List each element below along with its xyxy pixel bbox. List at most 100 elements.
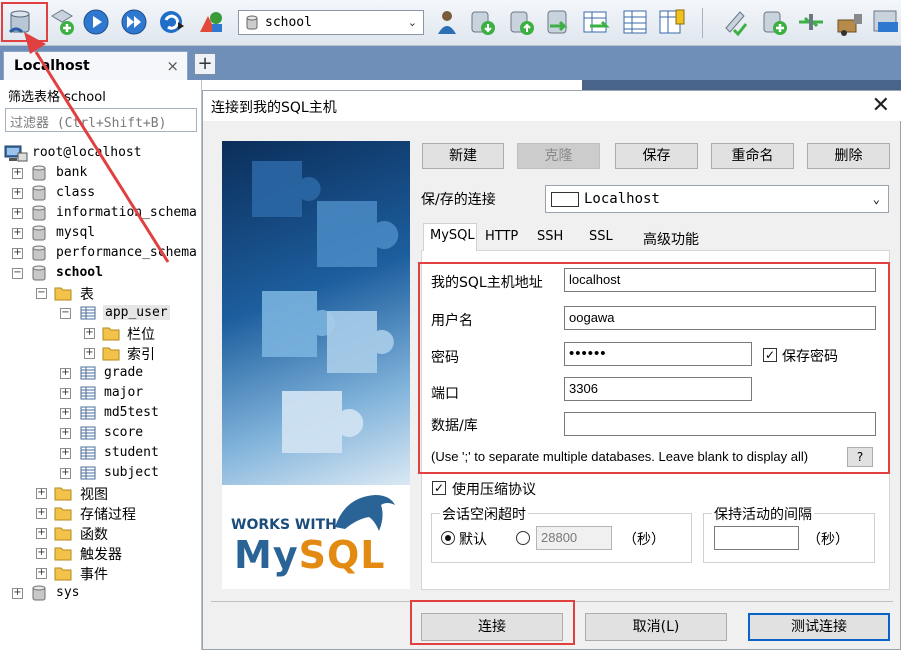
expand-icon[interactable]: + (60, 388, 71, 399)
tab-ssh[interactable]: SSH (531, 225, 569, 251)
test-connection-button[interactable]: 测试连接 (748, 613, 890, 641)
expand-icon[interactable]: + (36, 528, 47, 539)
database-icon (32, 185, 46, 206)
check-edit-icon[interactable] (718, 6, 750, 38)
table-grid-icon[interactable] (619, 6, 651, 38)
tab-ssl[interactable]: SSL (583, 225, 619, 251)
tree-table-major[interactable]: + major (0, 384, 200, 404)
chevron-down-icon: ⌄ (407, 16, 417, 29)
tree-table-subject[interactable]: + subject (0, 464, 200, 484)
tree-db-sys[interactable]: + sys (0, 584, 200, 604)
dialog-titlebar: 连接到我的SQL主机 ✕ (203, 91, 901, 121)
refresh-icon[interactable] (156, 6, 188, 38)
tree-indexes-folder[interactable]: + 索引 (0, 344, 200, 364)
tree-folder-tables[interactable]: − 表 (0, 284, 200, 304)
database-select-value: school (265, 15, 312, 30)
tree-folder-functions[interactable]: + 函数 (0, 524, 200, 544)
scheduler-icon[interactable] (834, 6, 866, 38)
tree-db-performance-schema[interactable]: + performance_schema (0, 244, 200, 264)
tab-advanced[interactable]: 高级功能 (637, 225, 705, 251)
execute-all-icon[interactable] (118, 6, 150, 38)
cancel-button[interactable]: 取消(L) (585, 613, 727, 641)
sync-icon[interactable] (795, 6, 827, 38)
keepalive-unit-label: （秒） (807, 532, 849, 548)
tree-folder-procedures[interactable]: + 存储过程 (0, 504, 200, 524)
expand-icon[interactable]: + (12, 588, 23, 599)
table-icon (80, 465, 96, 485)
folder-icon (54, 485, 72, 505)
expand-icon[interactable]: + (60, 468, 71, 479)
tree-db-class[interactable]: + class (0, 184, 200, 204)
expand-icon[interactable]: + (60, 428, 71, 439)
monitor-icon[interactable] (870, 6, 901, 38)
timeout-value-input[interactable]: 28800 (536, 526, 612, 550)
tree-table-app-user[interactable]: − app_user (0, 304, 200, 324)
table-key-icon[interactable] (656, 6, 688, 38)
filter-input[interactable]: 过滤器 (Ctrl+Shift+B) (5, 108, 197, 132)
add-green-icon[interactable] (46, 6, 78, 38)
close-icon[interactable]: × (166, 57, 179, 75)
table-icon (80, 445, 96, 465)
keepalive-label: 保持活动的间隔 (712, 504, 814, 524)
timeout-custom-radio[interactable] (516, 531, 530, 545)
tab-localhost[interactable]: Localhost × (3, 51, 188, 80)
add-tab-button[interactable]: + (194, 53, 216, 75)
expand-icon[interactable]: + (12, 208, 23, 219)
tree-db-bank[interactable]: + bank (0, 164, 200, 184)
tree-db-mysql[interactable]: + mysql (0, 224, 200, 244)
tree-folder-events[interactable]: + 事件 (0, 564, 200, 584)
expand-icon[interactable]: + (12, 168, 23, 179)
database-icon (32, 165, 46, 186)
expand-icon[interactable]: + (36, 508, 47, 519)
dialog-title: 连接到我的SQL主机 (211, 100, 337, 116)
saved-connection-label: 保/存的连接 (421, 192, 496, 208)
toolbar-separator (702, 8, 703, 38)
tree-table-score[interactable]: + score (0, 424, 200, 444)
expand-icon[interactable]: + (12, 188, 23, 199)
close-icon[interactable]: ✕ (872, 93, 890, 118)
tree-columns-folder[interactable]: + 栏位 (0, 324, 200, 344)
object-browser: 筛选表格 school 过滤器 (Ctrl+Shift+B) root@loca… (0, 80, 202, 650)
expand-icon[interactable]: + (60, 368, 71, 379)
tree-table-grade[interactable]: + grade (0, 364, 200, 384)
saved-connection-select[interactable]: Localhost ⌄ (545, 185, 889, 213)
database-add-icon[interactable] (758, 6, 790, 38)
import-icon[interactable] (542, 6, 574, 38)
tree-table-md5test[interactable]: + md5test (0, 404, 200, 424)
expand-icon[interactable]: + (36, 488, 47, 499)
tree-folder-triggers[interactable]: + 触发器 (0, 544, 200, 564)
expand-icon[interactable]: + (36, 568, 47, 579)
expand-icon[interactable]: + (36, 548, 47, 559)
expand-icon[interactable]: + (12, 228, 23, 239)
execute-icon[interactable] (80, 6, 112, 38)
expand-icon[interactable]: + (60, 408, 71, 419)
restore-icon[interactable] (505, 6, 537, 38)
schema-designer-icon[interactable] (194, 6, 226, 38)
save-button[interactable]: 保存 (615, 143, 698, 169)
tree-folder-views[interactable]: + 视图 (0, 484, 200, 504)
database-select[interactable]: school ⌄ (238, 10, 424, 35)
collapse-icon[interactable]: − (60, 308, 71, 319)
delete-button[interactable]: 删除 (807, 143, 890, 169)
collapse-icon[interactable]: − (12, 268, 23, 279)
keepalive-input[interactable] (714, 526, 799, 550)
tab-mysql[interactable]: MySQL (423, 223, 477, 251)
expand-icon[interactable]: + (12, 248, 23, 259)
table-export-icon[interactable] (580, 6, 612, 38)
collapse-icon[interactable]: − (36, 288, 47, 299)
tree-db-school[interactable]: − school (0, 264, 200, 284)
expand-icon[interactable]: + (84, 348, 95, 359)
clone-button[interactable]: 克隆 (517, 143, 600, 169)
expand-icon[interactable]: + (60, 448, 71, 459)
user-manager-icon[interactable] (431, 6, 463, 38)
backup-icon[interactable] (466, 6, 498, 38)
tab-http[interactable]: HTTP (479, 225, 524, 251)
rename-button[interactable]: 重命名 (711, 143, 794, 169)
tree-db-information-schema[interactable]: + information_schema (0, 204, 200, 224)
tree-table-student[interactable]: + student (0, 444, 200, 464)
new-button[interactable]: 新建 (422, 143, 504, 169)
tab-localhost-label: Localhost (14, 58, 90, 74)
expand-icon[interactable]: + (84, 328, 95, 339)
compression-checkbox[interactable]: ✓ (432, 481, 446, 495)
timeout-default-radio[interactable] (441, 531, 455, 545)
